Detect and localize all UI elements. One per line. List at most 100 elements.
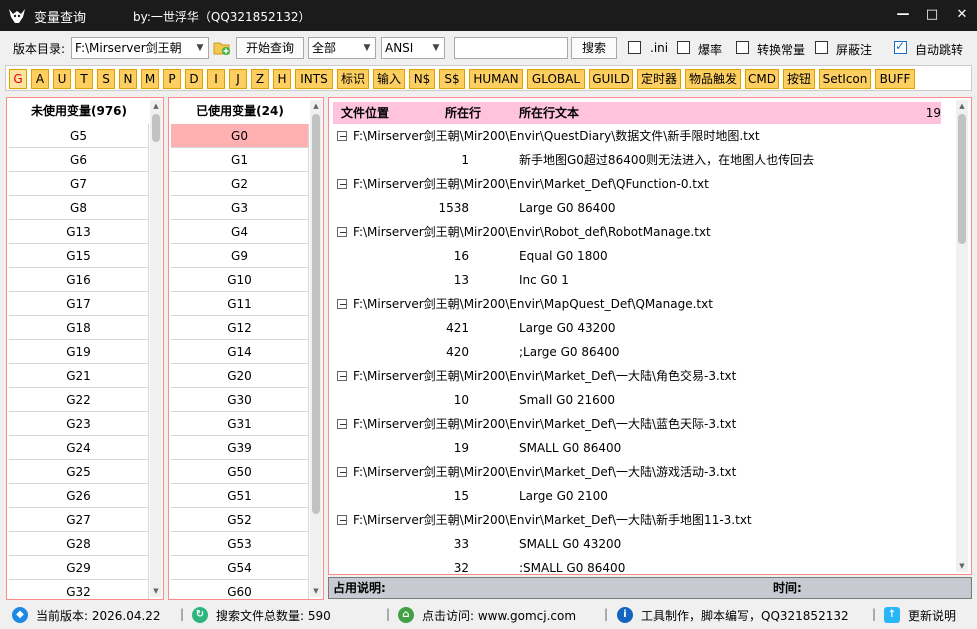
collapse-icon[interactable]: [337, 371, 347, 381]
checkbox-3[interactable]: [815, 41, 828, 54]
list-item[interactable]: G50: [171, 460, 309, 484]
list-item[interactable]: G4: [171, 220, 309, 244]
scroll-down-icon[interactable]: ▼: [310, 585, 322, 597]
list-item[interactable]: G22: [9, 388, 149, 412]
result-line-number[interactable]: 19: [329, 436, 469, 460]
scroll-thumb[interactable]: [312, 114, 320, 514]
list-item[interactable]: G54: [171, 556, 309, 580]
list-item[interactable]: G2: [171, 172, 309, 196]
result-line-text[interactable]: Large G0 86400: [519, 196, 616, 220]
list-item[interactable]: G1: [171, 148, 309, 172]
list-item[interactable]: G3: [171, 196, 309, 220]
list-item[interactable]: G27: [9, 508, 149, 532]
list-item[interactable]: G0: [171, 124, 309, 148]
result-line-text[interactable]: :SMALL G0 86400: [519, 556, 625, 574]
list-item[interactable]: G19: [9, 340, 149, 364]
unused-variable-list[interactable]: 未使用变量(976) G5 G6 G7 G8 G13 G15 G16 G17 G18 G19 G21…: [6, 97, 164, 600]
scroll-up-icon[interactable]: ▲: [956, 100, 968, 112]
type-button-25[interactable]: SetIcon: [819, 69, 871, 89]
collapse-icon[interactable]: [337, 131, 347, 141]
list-item[interactable]: G14: [171, 340, 309, 364]
type-button-15[interactable]: 输入: [373, 69, 405, 89]
collapse-icon[interactable]: [337, 227, 347, 237]
scroll-thumb[interactable]: [152, 114, 160, 142]
close-button[interactable]: ✕: [950, 4, 974, 26]
list-item[interactable]: G17: [9, 292, 149, 316]
type-button-26[interactable]: BUFF: [875, 69, 915, 89]
checkbox-0[interactable]: [628, 41, 641, 54]
list-item[interactable]: G23: [9, 412, 149, 436]
encoding-select[interactable]: ANSI ▼: [381, 37, 445, 59]
unused-list-scrollbar[interactable]: ▲ ▼: [150, 100, 162, 597]
list-item[interactable]: G21: [9, 364, 149, 388]
type-button-4[interactable]: S: [97, 69, 115, 89]
type-button-12[interactable]: H: [273, 69, 291, 89]
type-button-18[interactable]: HUMAN: [469, 69, 523, 89]
type-button-14[interactable]: 标识: [337, 69, 369, 89]
visit-link[interactable]: 点击访问: www.gomcj.com: [422, 607, 576, 624]
type-button-0[interactable]: G: [9, 69, 27, 89]
result-file-row[interactable]: F:\Mirserver剑王朝\Mir200\Envir\MapQuest_De…: [337, 292, 713, 316]
list-item[interactable]: G13: [9, 220, 149, 244]
result-line-number[interactable]: 1538: [329, 196, 469, 220]
scroll-up-icon[interactable]: ▲: [150, 100, 162, 112]
list-item[interactable]: G15: [9, 244, 149, 268]
type-button-1[interactable]: A: [31, 69, 49, 89]
result-line-text[interactable]: ;Large G0 86400: [519, 340, 620, 364]
list-item[interactable]: G11: [171, 292, 309, 316]
list-item[interactable]: G32: [9, 580, 149, 599]
start-query-button[interactable]: 开始查询: [236, 37, 304, 59]
list-item[interactable]: G10: [171, 268, 309, 292]
home-icon[interactable]: ⌂: [398, 607, 414, 623]
result-line-number[interactable]: 15: [329, 484, 469, 508]
list-item[interactable]: G30: [171, 388, 309, 412]
checkbox-4[interactable]: [894, 39, 907, 54]
list-item[interactable]: G12: [171, 316, 309, 340]
result-line-number[interactable]: 10: [329, 388, 469, 412]
result-line-number[interactable]: 421: [329, 316, 469, 340]
collapse-icon[interactable]: [337, 419, 347, 429]
result-line-number[interactable]: 1: [329, 148, 469, 172]
list-item[interactable]: G18: [9, 316, 149, 340]
result-file-row[interactable]: F:\Mirserver剑王朝\Mir200\Envir\Market_Def\…: [337, 412, 736, 436]
result-line-text[interactable]: SMALL G0 43200: [519, 532, 621, 556]
result-file-row[interactable]: F:\Mirserver剑王朝\Mir200\Envir\Market_Def\…: [337, 460, 736, 484]
update-notes-link[interactable]: 更新说明: [908, 607, 956, 624]
type-button-17[interactable]: S$: [439, 69, 465, 89]
list-item[interactable]: G53: [171, 532, 309, 556]
list-item[interactable]: G52: [171, 508, 309, 532]
result-line-number[interactable]: 33: [329, 532, 469, 556]
result-file-row[interactable]: F:\Mirserver剑王朝\Mir200\Envir\Market_Def\…: [337, 508, 752, 532]
result-file-row[interactable]: F:\Mirserver剑王朝\Mir200\Envir\Market_Def\…: [337, 364, 736, 388]
type-button-16[interactable]: N$: [409, 69, 435, 89]
list-item[interactable]: G28: [9, 532, 149, 556]
scroll-down-icon[interactable]: ▼: [150, 585, 162, 597]
result-line-text[interactable]: Inc G0 1: [519, 268, 569, 292]
list-item[interactable]: G16: [9, 268, 149, 292]
result-line-text[interactable]: Small G0 21600: [519, 388, 615, 412]
search-button[interactable]: 搜索: [571, 37, 617, 59]
list-item[interactable]: G39: [171, 436, 309, 460]
scroll-thumb[interactable]: [958, 114, 966, 244]
collapse-icon[interactable]: [337, 179, 347, 189]
type-button-7[interactable]: P: [163, 69, 181, 89]
list-item[interactable]: G25: [9, 460, 149, 484]
result-line-text[interactable]: 新手地图G0超过86400则无法进入，在地图人也传回去: [519, 148, 814, 172]
type-button-10[interactable]: J: [229, 69, 247, 89]
dir-select[interactable]: F:\Mirserver剑王朝 ▼: [71, 37, 209, 59]
search-input[interactable]: [454, 37, 568, 59]
type-button-20[interactable]: GUILD: [589, 69, 633, 89]
result-line-number[interactable]: 32: [329, 556, 469, 574]
type-button-5[interactable]: N: [119, 69, 137, 89]
list-item[interactable]: G60: [171, 580, 309, 599]
list-item[interactable]: G8: [9, 196, 149, 220]
collapse-icon[interactable]: [337, 299, 347, 309]
type-button-9[interactable]: I: [207, 69, 225, 89]
list-item[interactable]: G51: [171, 484, 309, 508]
type-button-21[interactable]: 定时器: [637, 69, 681, 89]
list-item[interactable]: G26: [9, 484, 149, 508]
type-button-3[interactable]: T: [75, 69, 93, 89]
maximize-button[interactable]: □: [920, 4, 944, 26]
list-item[interactable]: G20: [171, 364, 309, 388]
result-line-text[interactable]: Large G0 43200: [519, 316, 616, 340]
